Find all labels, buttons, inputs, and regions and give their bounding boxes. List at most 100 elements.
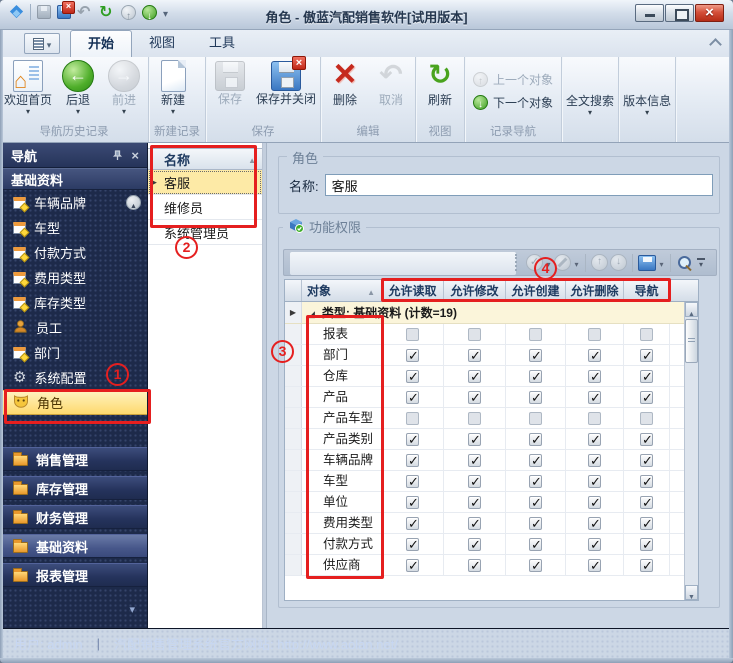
- table-row[interactable]: 付款方式: [285, 534, 698, 555]
- close-button[interactable]: [695, 4, 724, 22]
- close-pane-icon[interactable]: [131, 148, 139, 163]
- scrollbar-thumb[interactable]: [685, 319, 698, 363]
- checkbox[interactable]: [406, 559, 419, 572]
- ribbon-button-prev-object[interactable]: 上一个对象: [473, 71, 553, 88]
- checkbox[interactable]: [529, 517, 542, 530]
- checkbox[interactable]: [640, 559, 653, 572]
- grid-scrollbar[interactable]: [684, 302, 698, 600]
- checkbox[interactable]: [588, 496, 601, 509]
- list-item[interactable]: 客服: [148, 170, 262, 195]
- sidebar-item-system-config[interactable]: 系统配置: [3, 365, 147, 390]
- check-all-icon[interactable]: [526, 254, 543, 271]
- checkbox[interactable]: [468, 559, 481, 572]
- sidebar-item-payment-method[interactable]: 付款方式: [3, 240, 147, 265]
- checkbox[interactable]: [640, 538, 653, 551]
- scroll-up-icon[interactable]: [685, 302, 698, 317]
- checkbox[interactable]: [529, 559, 542, 572]
- checkbox[interactable]: [406, 328, 419, 341]
- pin-icon[interactable]: [112, 150, 123, 161]
- chevron-down-icon[interactable]: [657, 254, 666, 271]
- checkbox[interactable]: [529, 454, 542, 467]
- checkbox[interactable]: [468, 496, 481, 509]
- checkbox[interactable]: [529, 433, 542, 446]
- checkbox[interactable]: [406, 475, 419, 488]
- checkbox[interactable]: [588, 391, 601, 404]
- checkbox[interactable]: [529, 349, 542, 362]
- checkbox[interactable]: [588, 559, 601, 572]
- checkbox[interactable]: [588, 433, 601, 446]
- collapse-ribbon-icon[interactable]: [709, 38, 721, 48]
- checkbox[interactable]: [468, 475, 481, 488]
- toolbar-grip[interactable]: [515, 254, 518, 271]
- chevron-down-icon[interactable]: [572, 254, 581, 271]
- table-row[interactable]: 仓库: [285, 366, 698, 387]
- column-header-object[interactable]: 对象: [302, 280, 382, 301]
- table-row[interactable]: 产品: [285, 387, 698, 408]
- ribbon-button-save-and-close[interactable]: ×保存并关闭: [253, 58, 319, 120]
- uncheck-all-icon[interactable]: [554, 254, 571, 271]
- table-row[interactable]: 车辆品牌: [285, 450, 698, 471]
- checkbox[interactable]: [468, 433, 481, 446]
- table-row[interactable]: 产品车型: [285, 408, 698, 429]
- checkbox[interactable]: [406, 454, 419, 467]
- scroll-down-icon[interactable]: [685, 585, 698, 600]
- checkbox[interactable]: [406, 391, 419, 404]
- table-row[interactable]: 报表: [285, 324, 698, 345]
- sidebar-item-expense-type[interactable]: 费用类型: [3, 265, 147, 290]
- search-icon[interactable]: [676, 254, 693, 271]
- ribbon-button-next-object[interactable]: 下一个对象: [473, 94, 553, 111]
- checkbox[interactable]: [468, 370, 481, 383]
- ribbon-button-save[interactable]: 保存: [207, 58, 253, 120]
- ribbon-button-back[interactable]: 后退: [55, 58, 101, 120]
- checkbox[interactable]: [468, 454, 481, 467]
- ribbon-button-version-info[interactable]: 版本信息: [620, 58, 674, 120]
- column-header-perm-2[interactable]: 允许创建: [506, 280, 566, 301]
- scroll-up-icon[interactable]: [126, 195, 141, 210]
- checkbox[interactable]: [529, 475, 542, 488]
- minimize-button[interactable]: [635, 4, 664, 22]
- checkbox[interactable]: [588, 517, 601, 530]
- checkbox[interactable]: [406, 538, 419, 551]
- checkbox[interactable]: [529, 538, 542, 551]
- checkbox[interactable]: [529, 370, 542, 383]
- checkbox[interactable]: [468, 412, 481, 425]
- checkbox[interactable]: [406, 433, 419, 446]
- checkbox[interactable]: [468, 538, 481, 551]
- sidebar-group-base-data[interactable]: 基础资料: [3, 534, 147, 558]
- role-name-input[interactable]: [325, 174, 713, 196]
- sidebar-group-report-mgmt[interactable]: 报表管理: [3, 563, 147, 587]
- checkbox[interactable]: [588, 412, 601, 425]
- checkbox[interactable]: [406, 496, 419, 509]
- table-row[interactable]: 单位: [285, 492, 698, 513]
- tab-start[interactable]: 开始: [70, 30, 132, 57]
- table-row[interactable]: 部门: [285, 345, 698, 366]
- checkbox[interactable]: [588, 538, 601, 551]
- chevron-down-icon[interactable]: [544, 254, 553, 271]
- column-header-perm-3[interactable]: 允许删除: [566, 280, 624, 301]
- column-header-perm-0[interactable]: 允许读取: [382, 280, 444, 301]
- tab-view[interactable]: 视图: [132, 30, 192, 57]
- checkbox[interactable]: [468, 349, 481, 362]
- toolbar-overflow-icon[interactable]: [695, 254, 707, 271]
- checkbox[interactable]: [588, 349, 601, 362]
- sidebar-item-stock-type[interactable]: 库存类型: [3, 290, 147, 315]
- move-down-icon[interactable]: [610, 254, 627, 271]
- checkbox[interactable]: [640, 349, 653, 362]
- checkbox[interactable]: [640, 475, 653, 488]
- checkbox[interactable]: [406, 412, 419, 425]
- nav-overflow-icon[interactable]: [129, 600, 135, 618]
- checkbox[interactable]: [468, 517, 481, 530]
- ribbon-button-welcome-page[interactable]: 欢迎首页: [1, 58, 55, 120]
- sidebar-item-vehicle-model[interactable]: 车型: [3, 215, 147, 240]
- ribbon-button-new[interactable]: 新建: [150, 58, 196, 120]
- checkbox[interactable]: [588, 475, 601, 488]
- sidebar-item-role[interactable]: 角色: [3, 390, 147, 415]
- export-icon[interactable]: [638, 255, 656, 271]
- table-row[interactable]: 费用类型: [285, 513, 698, 534]
- roles-column-header[interactable]: 名称: [148, 148, 262, 170]
- save-icon[interactable]: [37, 5, 51, 19]
- sidebar-item-vehicle-brand[interactable]: 车辆品牌: [3, 190, 147, 215]
- save-and-close-icon[interactable]: [57, 5, 71, 19]
- checkbox[interactable]: [468, 328, 481, 341]
- refresh-icon[interactable]: [99, 4, 115, 20]
